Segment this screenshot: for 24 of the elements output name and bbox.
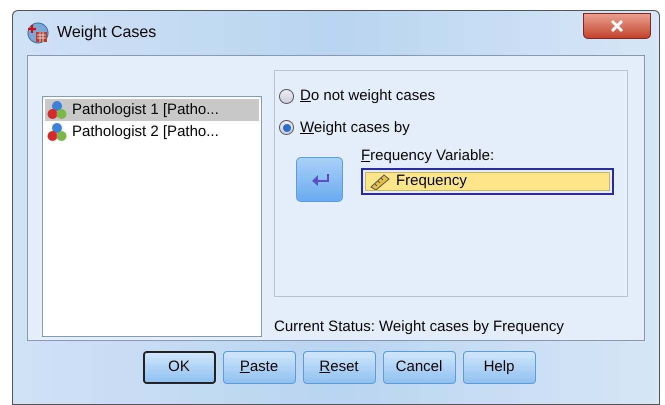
radio-label: Weight cases by xyxy=(300,118,410,138)
close-icon xyxy=(610,20,624,32)
radio-button[interactable] xyxy=(279,120,294,136)
dialog-button[interactable]: Reset xyxy=(302,351,376,384)
dialog-button[interactable]: OK xyxy=(142,351,216,384)
current-status-text: Current Status: Weight cases by Frequency xyxy=(274,317,565,337)
window-title: Weight Cases xyxy=(57,23,156,43)
frequency-variable-label: Frequency Variable: xyxy=(361,147,496,165)
dialog-button[interactable]: Cancel xyxy=(382,351,456,384)
radio-label: Do not weight cases xyxy=(300,86,436,106)
variable-item[interactable]: Pathologist 1 [Patho... xyxy=(45,99,259,121)
nominal-variable-icon xyxy=(47,100,67,120)
dialog-button[interactable]: Paste xyxy=(222,351,296,384)
radio-button[interactable] xyxy=(279,88,294,104)
dialog-button[interactable]: Help xyxy=(462,351,536,384)
frequency-variable-field[interactable]: Frequency xyxy=(361,168,614,195)
nominal-variable-icon xyxy=(47,122,67,142)
frequency-variable-value: Frequency xyxy=(396,171,467,192)
ruler-icon xyxy=(370,174,390,190)
variable-list[interactable]: Pathologist 1 [Patho... Pathologist 2 [Patho... xyxy=(42,96,262,337)
move-button[interactable] xyxy=(296,157,343,202)
arrow-icon xyxy=(310,172,328,186)
app-icon xyxy=(27,22,49,44)
close-button[interactable] xyxy=(583,13,651,39)
